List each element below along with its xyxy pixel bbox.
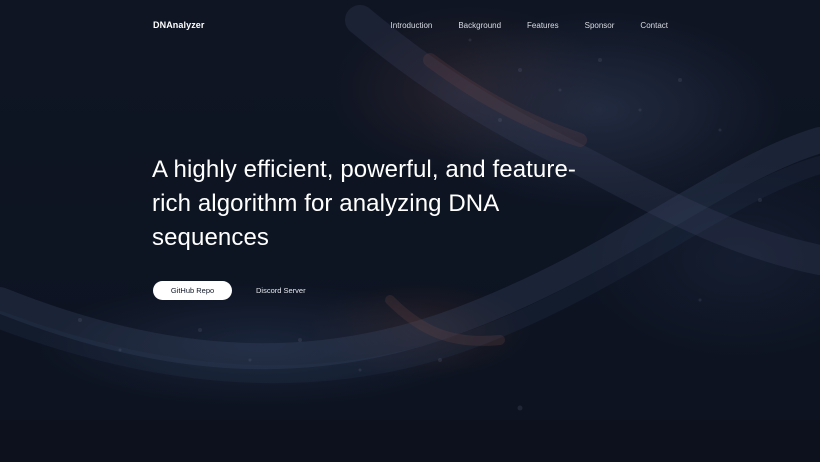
nav-item-sponsor[interactable]: Sponsor bbox=[585, 21, 615, 30]
top-navigation: DNAnalyzer Introduction Background Featu… bbox=[0, 0, 820, 52]
nav-item-introduction[interactable]: Introduction bbox=[391, 21, 433, 30]
hero-headline: A highly efficient, powerful, and featur… bbox=[152, 156, 577, 251]
github-repo-button[interactable]: GitHub Repo bbox=[153, 281, 232, 300]
nav-links: Introduction Background Features Sponsor… bbox=[365, 21, 668, 30]
nav-item-contact[interactable]: Contact bbox=[640, 21, 668, 30]
discord-server-button[interactable]: Discord Server bbox=[256, 286, 306, 295]
nav-item-background[interactable]: Background bbox=[458, 21, 501, 30]
brand-logo[interactable]: DNAnalyzer bbox=[153, 20, 205, 30]
nav-item-features[interactable]: Features bbox=[527, 21, 559, 30]
page: DNAnalyzer Introduction Background Featu… bbox=[0, 0, 820, 462]
hero-actions: GitHub Repo Discord Server bbox=[153, 281, 306, 300]
page-bottom-band bbox=[0, 420, 820, 462]
